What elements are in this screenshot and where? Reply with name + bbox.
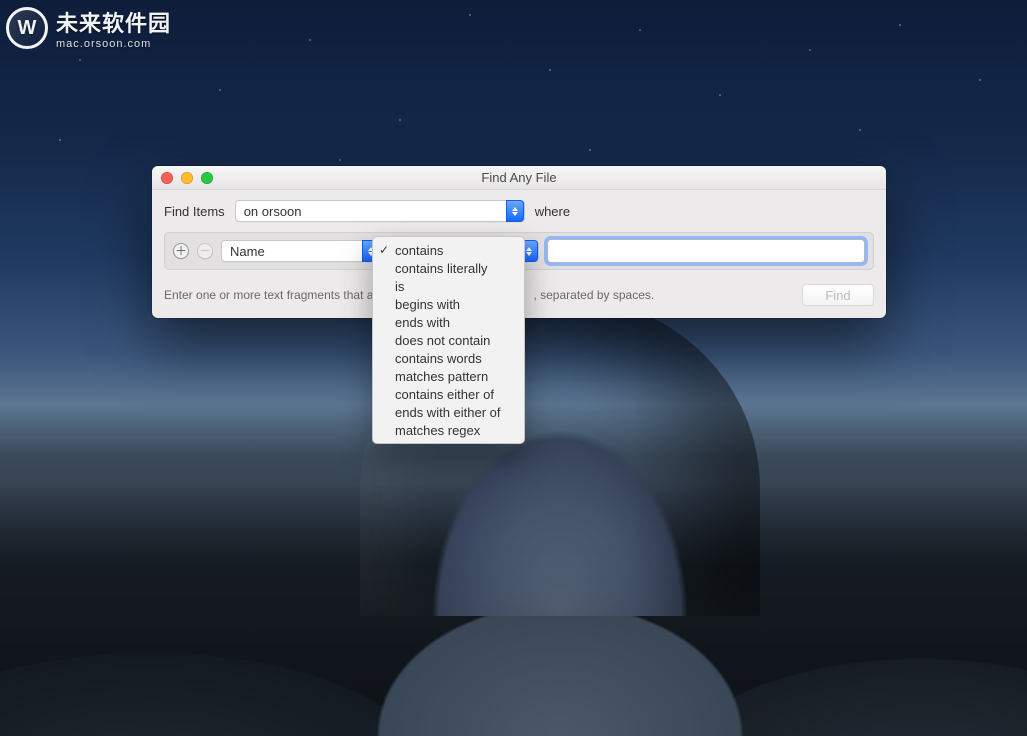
- close-icon[interactable]: [161, 172, 173, 184]
- location-select[interactable]: on orsoon: [235, 200, 525, 222]
- watermark-line1: 未来软件园: [56, 6, 171, 38]
- remove-criteria-button[interactable]: －: [197, 243, 213, 259]
- window-title: Find Any File: [152, 170, 886, 185]
- criteria-field-value: Name: [230, 244, 265, 259]
- search-value-input[interactable]: [547, 239, 865, 263]
- criteria-field-select[interactable]: Name: [221, 240, 381, 262]
- where-label: where: [535, 204, 570, 219]
- match-option[interactable]: begins with: [373, 295, 524, 313]
- titlebar[interactable]: Find Any File: [152, 166, 886, 190]
- location-selected-value: on orsoon: [244, 204, 302, 219]
- chevron-updown-icon: [506, 200, 524, 222]
- match-option[interactable]: contains either of: [373, 385, 524, 403]
- watermark-text: 未来软件园 mac.orsoon.com: [56, 6, 171, 50]
- match-option[interactable]: matches pattern: [373, 367, 524, 385]
- match-option[interactable]: contains literally: [373, 259, 524, 277]
- match-option[interactable]: is: [373, 277, 524, 295]
- match-option[interactable]: ends with either of: [373, 403, 524, 421]
- match-mode-menu[interactable]: containscontains literallyisbegins withe…: [372, 236, 525, 444]
- hint-after: , separated by spaces.: [533, 288, 654, 302]
- zoom-icon[interactable]: [201, 172, 213, 184]
- match-option[interactable]: ends with: [373, 313, 524, 331]
- match-option[interactable]: matches regex: [373, 421, 524, 439]
- match-option[interactable]: contains words: [373, 349, 524, 367]
- hint-before: Enter one or more text fragments that al…: [164, 288, 379, 302]
- app-window: Find Any File Find Items on orsoon where…: [152, 166, 886, 318]
- find-button[interactable]: Find: [802, 284, 874, 306]
- match-option[interactable]: does not contain: [373, 331, 524, 349]
- desktop-background: W 未来软件园 mac.orsoon.com Find Any File Fin…: [0, 0, 1027, 736]
- traffic-lights: [152, 172, 213, 184]
- add-criteria-button[interactable]: ＋: [173, 243, 189, 259]
- watermark-icon: W: [6, 7, 48, 49]
- minimize-icon[interactable]: [181, 172, 193, 184]
- watermark: W 未来软件园 mac.orsoon.com: [6, 6, 171, 50]
- watermark-line2: mac.orsoon.com: [56, 38, 171, 50]
- match-option[interactable]: contains: [373, 241, 524, 259]
- find-items-label: Find Items: [164, 204, 225, 219]
- find-items-row: Find Items on orsoon where: [164, 200, 874, 222]
